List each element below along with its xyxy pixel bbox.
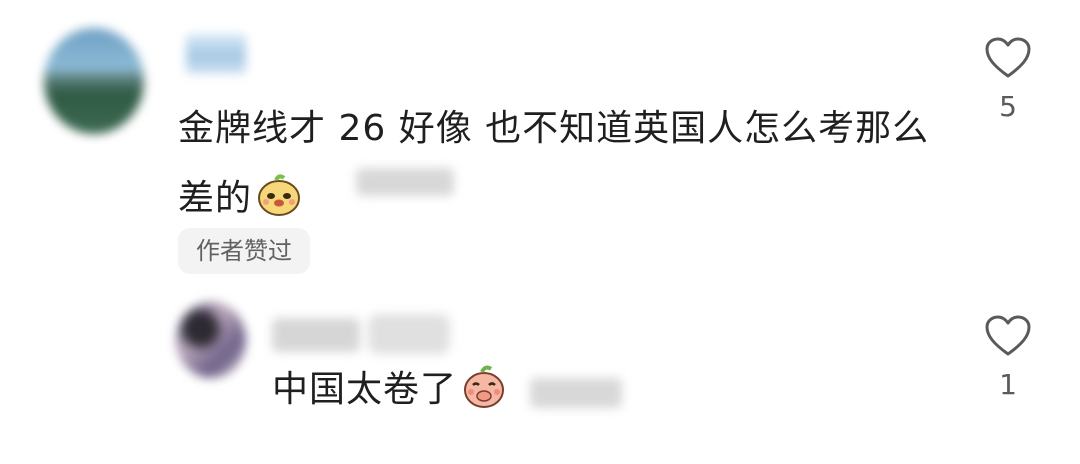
author-liked-badge: 作者赞过 — [178, 228, 310, 274]
username[interactable] — [186, 34, 246, 74]
covering-mouth-laugh-emoji-icon — [461, 363, 507, 409]
comment-timestamp — [356, 168, 454, 196]
comment-body: 金牌线才 26 好像 也不知道英国人怎么考那么差的 — [178, 94, 938, 234]
like-count: 5 — [999, 90, 1017, 123]
reply-avatar[interactable] — [176, 302, 246, 378]
reply-tag — [368, 314, 450, 354]
comment-like[interactable]: 5 — [978, 36, 1038, 123]
smug-face-emoji-icon — [256, 172, 302, 218]
like-count: 1 — [999, 368, 1017, 401]
avatar[interactable] — [44, 28, 144, 134]
reply-username[interactable] — [272, 318, 360, 352]
reply-text: 中国太卷了 — [272, 369, 458, 410]
reply-like[interactable]: 1 — [978, 314, 1038, 401]
reply-timestamp — [530, 378, 622, 408]
reply-body: 中国太卷了 — [272, 360, 507, 420]
heart-icon[interactable] — [978, 36, 1038, 80]
heart-icon[interactable] — [978, 314, 1038, 358]
